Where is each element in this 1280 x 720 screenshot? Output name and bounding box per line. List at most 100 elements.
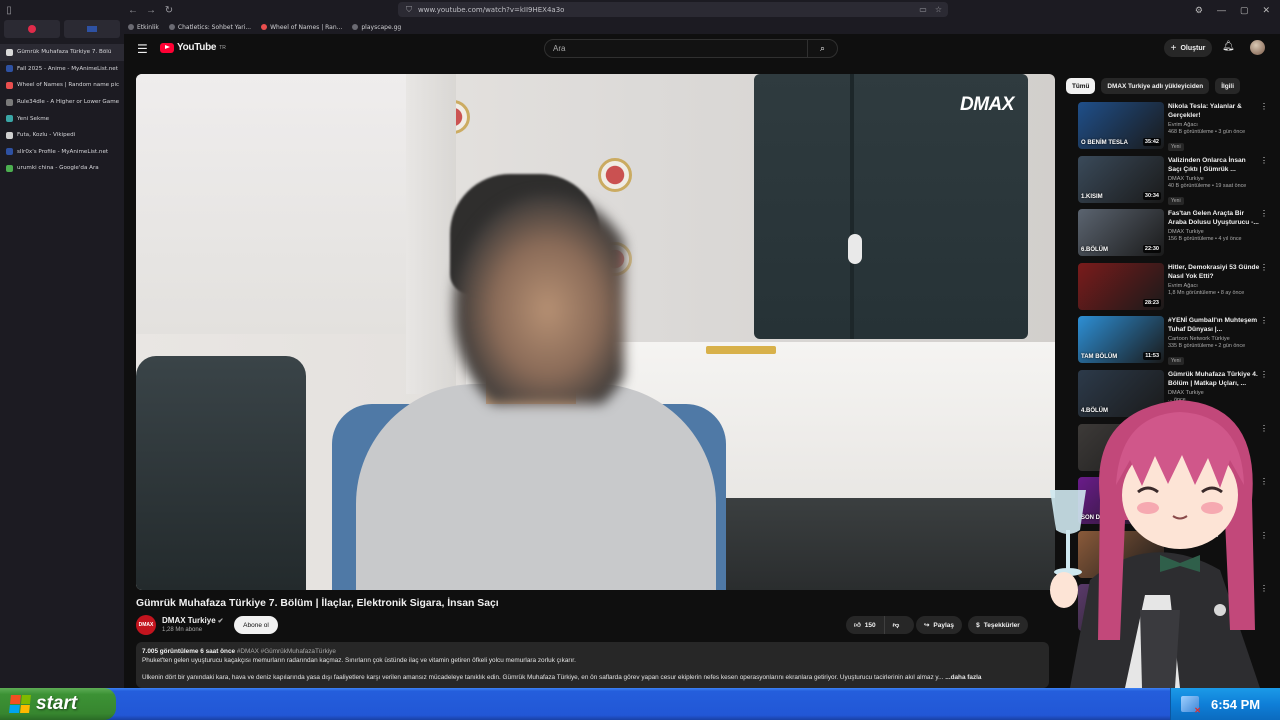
browser-tab[interactable]: sllr0x's Profile - MyAnimeList.net [0, 144, 124, 161]
video-duration: 28:23 [1142, 298, 1161, 307]
description-box[interactable]: 7.005 görüntüleme 6 saat önce #DMAX #Güm… [136, 642, 1049, 688]
tab-favicon-icon [6, 48, 13, 56]
recommendation-item[interactable]: 6.BÖLÜM 22:30 Fas'tan Gelen Araçta Bir Ara… [1078, 209, 1268, 263]
thumbnail-text: O BENİM TESLA [1081, 140, 1129, 146]
kebab-menu-icon[interactable]: ⋮ [1260, 316, 1268, 325]
reader-view-icon[interactable]: ▭ [919, 5, 927, 14]
like-button[interactable]: 👍︎ 150 [846, 616, 885, 634]
youtube-favicon-icon [28, 25, 36, 33]
extensions-icon[interactable]: ⚙ [1195, 5, 1203, 16]
chip-uploader[interactable]: DMAX Turkiye adlı yükleyiciden [1101, 78, 1210, 94]
account-avatar[interactable] [1250, 40, 1265, 55]
tab-favicon-icon [6, 164, 13, 172]
folder-icon [128, 24, 134, 30]
sidebar-toggle-icon[interactable]: ▯ [0, 1, 18, 19]
bell-icon[interactable]: 🔔︎ [1222, 41, 1235, 52]
dislike-button[interactable]: 👎︎ [885, 621, 908, 629]
recommendation-thumbnail[interactable]: O BENİM TESLA 35:42 [1078, 102, 1164, 149]
browser-tab[interactable]: urumki china - Google'da Ara [0, 160, 124, 177]
recommendation-thumbnail[interactable]: TAM BÖLÜM 11:53 [1078, 316, 1164, 364]
new-badge: Yeni [1168, 196, 1184, 205]
youtube-play-icon [160, 42, 174, 53]
recommendation-item[interactable]: O BENİM TESLA 35:42 Nikola Tesla: Yalanlar… [1078, 102, 1268, 156]
recommendation-channel: DMAX Turkiye [1168, 229, 1204, 236]
recommendation-thumbnail[interactable]: 1.KISIM 30:34 [1078, 155, 1164, 203]
video-player[interactable]: DMAX [136, 74, 1055, 590]
bookmarks-bar: Etkinlik Chatletics: Sohbet Yari... Whee… [124, 20, 1280, 34]
browser-tab[interactable]: Yeni Sekme [0, 110, 124, 127]
chip-all[interactable]: Tümü [1066, 78, 1096, 94]
recommendation-title[interactable]: Hitler, Demokrasiyi 53 Günde Nasıl Yok E… [1168, 263, 1260, 281]
tab-label: Yeni Sekme [17, 115, 50, 122]
browser-tab[interactable]: Futa, Kozlu - Vikipedi [0, 127, 124, 144]
hashtags: #DMAX #GümrükMuhafazaTürkiye [236, 648, 336, 655]
recommendation-stats: 468 B görüntüleme • 3 gün önce [1168, 129, 1246, 135]
recommendation-thumbnail[interactable]: 6.BÖLÜM 22:30 [1078, 209, 1164, 257]
recommendation-title[interactable]: #YENİ Gumball'ın Muhteşem Tuhaf Dünyası … [1168, 316, 1260, 334]
bookmark-star-icon[interactable]: ☆ [935, 5, 942, 14]
kebab-menu-icon[interactable]: ⋮ [1260, 102, 1268, 111]
description-line: Phuket'ten gelen uyuşturucu kaçakçısı me… [142, 657, 576, 664]
thumbnail-text: 6.BÖLÜM [1081, 247, 1108, 254]
minimize-icon[interactable]: — [1217, 5, 1226, 15]
search-input[interactable] [545, 44, 807, 53]
back-icon[interactable]: ← [124, 1, 142, 19]
tab-label: Fall 2025 - Anime - MyAnimeList.net [17, 65, 118, 72]
video-duration: 22:30 [1142, 245, 1161, 254]
recommendation-item[interactable]: TAM BÖLÜM 11:53 #YENİ Gumball'ın Muhteşem … [1078, 316, 1268, 370]
browser-tab[interactable]: Fall 2025 - Anime - MyAnimeList.net [0, 61, 124, 78]
browser-tab[interactable]: Rule34dle - A Higher or Lower Game [0, 94, 124, 111]
subscribe-button[interactable]: Abone ol [234, 616, 278, 634]
chip-related[interactable]: İlgili [1215, 78, 1240, 94]
thanks-button[interactable]: $ Teşekkürler [968, 616, 1028, 634]
favicon-icon [168, 24, 175, 30]
tab-favicon-icon [6, 98, 13, 106]
recommendation-info: #YENİ Gumball'ın Muhteşem Tuhaf Dünyası … [1168, 316, 1260, 370]
mal-favicon-icon [87, 26, 97, 32]
show-more-link[interactable]: ...daha fazla [945, 674, 981, 681]
pinned-tab-mal[interactable] [64, 20, 120, 38]
bookmark-item[interactable]: playscape.gg [352, 24, 401, 31]
share-button[interactable]: ↪ Paylaş [916, 616, 962, 634]
recommendation-title[interactable]: Valizinden Onlarca İnsan Saçı Çıktı | Gü… [1168, 156, 1260, 174]
recommendation-channel: Cartoon Network Türkiye [1168, 336, 1230, 343]
youtube-header: ☰ YouTube TR ⌕ + Oluştur 🔔︎ [124, 34, 1280, 64]
url-text: www.youtube.com/watch?v=kII9HEX4a3o [418, 5, 565, 14]
browser-tab[interactable]: Gümrük Muhafaza Türkiye 7. Bölü [0, 44, 124, 61]
hamburger-menu-icon[interactable]: ☰ [137, 42, 148, 56]
channel-name[interactable]: DMAX Turkiye ✔ [162, 616, 224, 625]
globe-icon [352, 24, 359, 30]
bookmark-item[interactable]: Chatletics: Sohbet Yari... [168, 24, 251, 31]
address-bar[interactable]: ⛉ www.youtube.com/watch?v=kII9HEX4a3o ▭ … [398, 2, 948, 17]
maximize-icon[interactable]: ▢ [1240, 5, 1249, 16]
bookmark-item[interactable]: Etkinlik [128, 24, 159, 31]
recommendation-title[interactable]: Fas'tan Gelen Araçta Bir Araba Dolusu Uy… [1168, 209, 1260, 227]
thanks-icon: $ [976, 621, 980, 629]
new-badge: Yeni [1168, 357, 1184, 366]
forward-icon[interactable]: → [142, 1, 160, 19]
reload-icon[interactable]: ↻ [160, 1, 178, 19]
video-frame-door [406, 74, 456, 394]
kebab-menu-icon[interactable]: ⋮ [1260, 209, 1268, 218]
search-button[interactable]: ⌕ [807, 40, 837, 57]
share-icon: ↪ [923, 622, 930, 629]
create-button[interactable]: + Oluştur [1164, 39, 1212, 57]
close-icon[interactable]: ✕ [1262, 5, 1270, 16]
video-duration: 11:53 [1143, 352, 1161, 361]
start-button[interactable]: start [0, 688, 116, 720]
recommendation-thumbnail[interactable]: 28:23 [1078, 262, 1164, 310]
kebab-menu-icon[interactable]: ⋮ [1260, 370, 1268, 379]
youtube-logo[interactable]: YouTube TR [160, 42, 226, 53]
anime-character-overlay [1050, 400, 1260, 688]
recommendation-item[interactable]: 1.KISIM 30:34 Valizinden Onlarca İnsan Saç… [1078, 155, 1268, 210]
recommendation-title[interactable]: Nikola Tesla: Yalanlar & Gerçekler! [1168, 102, 1260, 120]
pinned-tab-youtube[interactable] [4, 20, 60, 38]
kebab-menu-icon[interactable]: ⋮ [1260, 156, 1268, 165]
recommendation-item[interactable]: 28:23 Hitler, Demokrasiyi 53 Günde Nasıl … [1078, 262, 1268, 317]
bookmark-item[interactable]: Wheel of Names | Ran... [261, 24, 342, 31]
kebab-menu-icon[interactable]: ⋮ [1260, 263, 1268, 272]
browser-tab[interactable]: Wheel of Names | Random name pic [0, 77, 124, 94]
tab-favicon-icon [6, 131, 13, 139]
channel-avatar[interactable]: DMAX [136, 615, 156, 635]
network-tray-icon[interactable] [1181, 696, 1201, 715]
